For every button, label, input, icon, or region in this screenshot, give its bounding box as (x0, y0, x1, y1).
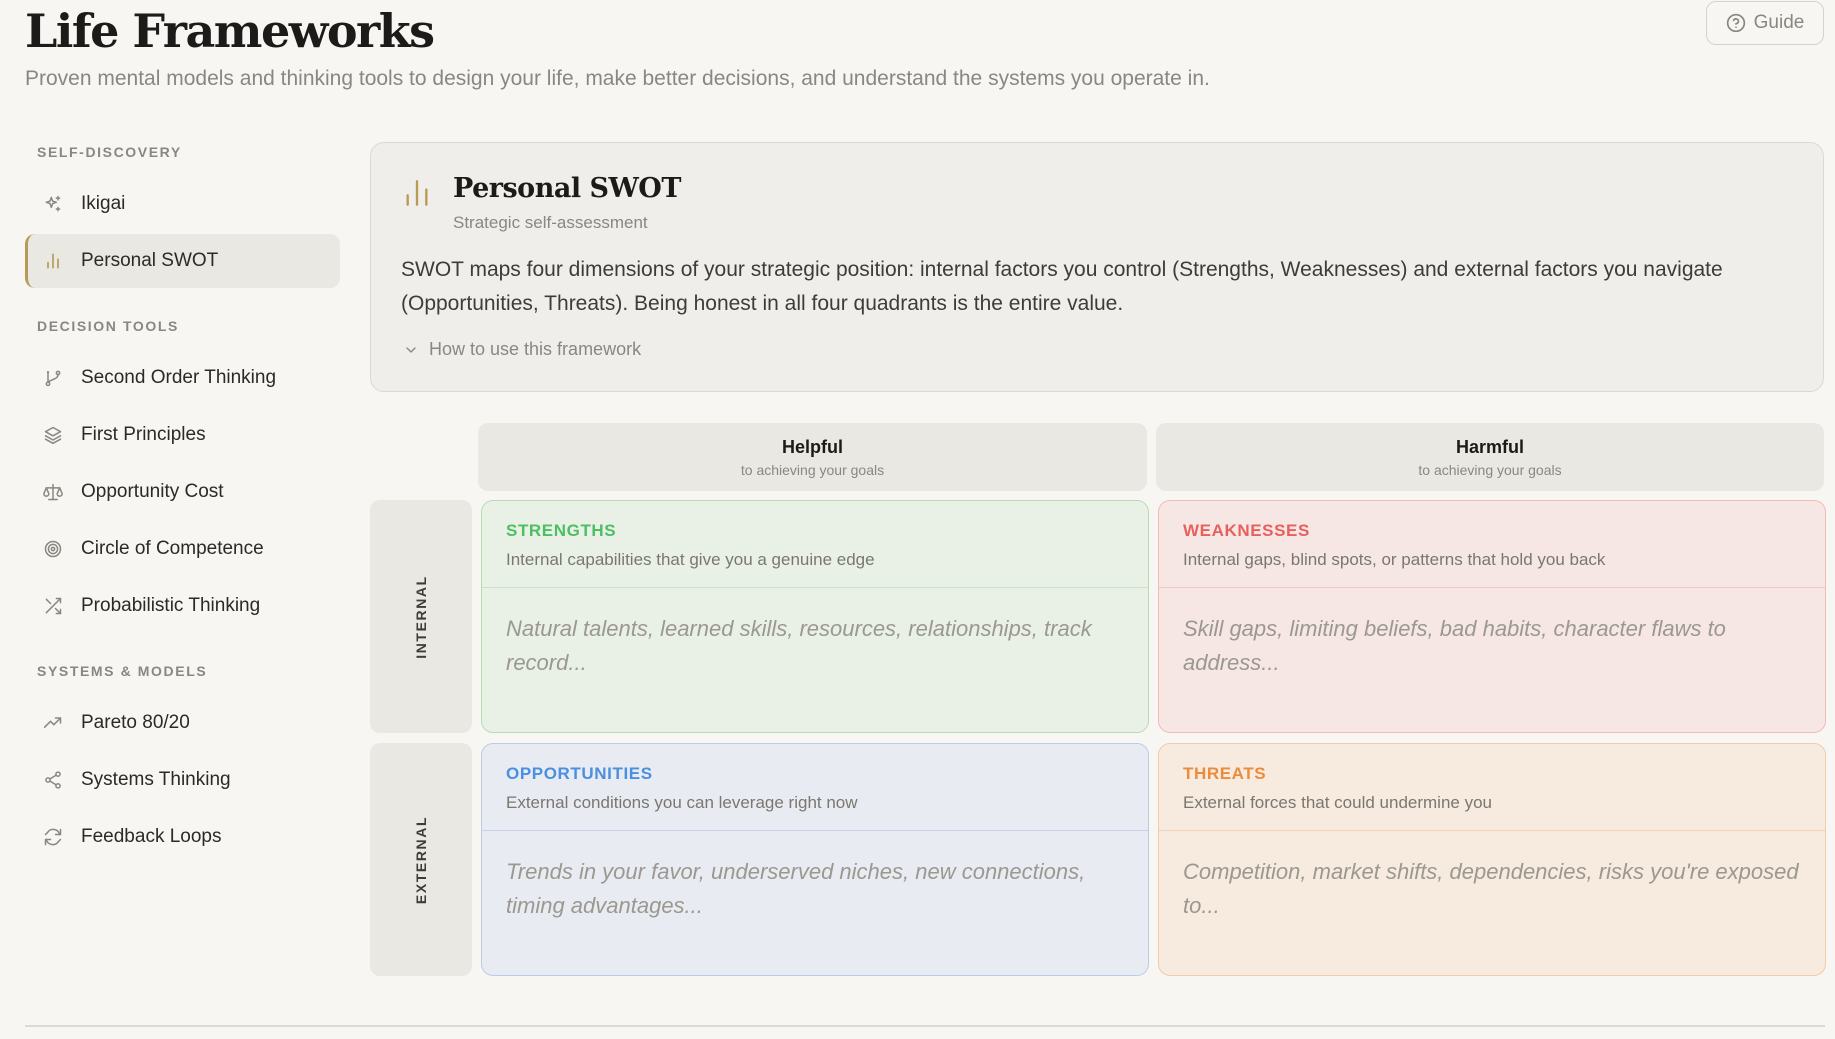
threats-quadrant[interactable]: THREATS External forces that could under… (1158, 743, 1826, 976)
bottom-divider (25, 1025, 1825, 1027)
quadrant-header: WEAKNESSES Internal gaps, blind spots, o… (1159, 501, 1825, 588)
strengths-quadrant[interactable]: STRENGTHS Internal capabilities that giv… (481, 500, 1149, 733)
sidebar-item-first-principles[interactable]: First Principles (25, 408, 340, 462)
framework-subtitle: Strategic self-assessment (453, 213, 648, 232)
sparkles-icon (45, 195, 61, 212)
sidebar-item-label: Second Order Thinking (81, 367, 277, 388)
quadrant-header: STRENGTHS Internal capabilities that giv… (482, 501, 1148, 588)
page-subtitle: Proven mental models and thinking tools … (25, 67, 1210, 90)
column-header-title: Harmful (1455, 436, 1524, 457)
target-icon (44, 540, 62, 558)
column-header-helpful: Helpful to achieving your goals (478, 423, 1147, 491)
scale-icon (43, 483, 63, 501)
column-header-harmful: Harmful to achieving your goals (1156, 423, 1824, 491)
sidebar-section-label: SYSTEMS & MODELS (37, 663, 208, 679)
sidebar: SELF-DISCOVERY Ikigai Personal SWOT DECI… (25, 140, 340, 867)
column-header-title: Helpful (782, 436, 843, 457)
threats-input[interactable]: Competition, market shifts, dependencies… (1159, 831, 1825, 923)
sidebar-item-systems-thinking[interactable]: Systems Thinking (25, 753, 340, 807)
sidebar-item-circle-of-competence[interactable]: Circle of Competence (25, 522, 340, 576)
sidebar-item-label: Systems Thinking (81, 769, 231, 790)
opportunities-input[interactable]: Trends in your favor, underserved niches… (482, 831, 1148, 923)
trending-up-icon (43, 717, 62, 728)
guide-button-label: Guide (1753, 12, 1805, 33)
page-title: Life Frameworks (25, 4, 435, 58)
row-label-text: INTERNAL (412, 574, 429, 659)
share-nodes-icon (45, 771, 61, 789)
framework-description: SWOT maps four dimensions of your strate… (401, 258, 1723, 315)
framework-title: Personal SWOT (453, 173, 681, 204)
weaknesses-quadrant[interactable]: WEAKNESSES Internal gaps, blind spots, o… (1158, 500, 1826, 733)
quadrant-title: STRENGTHS (506, 521, 617, 540)
sidebar-section-label: DECISION TOOLS (37, 318, 179, 334)
quadrant-description: Internal capabilities that give you a ge… (506, 550, 875, 569)
shuffle-icon (45, 597, 62, 615)
quadrant-title: THREATS (1183, 764, 1267, 783)
sidebar-item-probabilistic-thinking[interactable]: Probabilistic Thinking (25, 579, 340, 633)
sidebar-item-label: Circle of Competence (81, 538, 264, 559)
sidebar-item-second-order-thinking[interactable]: Second Order Thinking (25, 351, 340, 405)
row-label-external: EXTERNAL (370, 743, 472, 976)
quadrant-header: THREATS External forces that could under… (1159, 744, 1825, 831)
quadrant-title: OPPORTUNITIES (506, 764, 653, 783)
sidebar-item-label: Probabilistic Thinking (81, 595, 261, 616)
column-header-subtitle: to achieving your goals (740, 461, 885, 478)
quadrant-description: External conditions you can leverage rig… (506, 793, 858, 812)
bar-chart-icon (47, 253, 59, 269)
guide-button[interactable]: Guide (1706, 1, 1824, 45)
weaknesses-input[interactable]: Skill gaps, limiting beliefs, bad habits… (1159, 588, 1825, 680)
quadrant-header: OPPORTUNITIES External conditions you ca… (482, 744, 1148, 831)
framework-intro-card: Personal SWOT Strategic self-assessment … (370, 142, 1824, 392)
chevron-down-icon (406, 346, 416, 353)
sidebar-item-label: Feedback Loops (81, 826, 222, 847)
row-label-text: EXTERNAL (413, 815, 429, 904)
strengths-input[interactable]: Natural talents, learned skills, resourc… (482, 588, 1148, 680)
sidebar-item-opportunity-cost[interactable]: Opportunity Cost (25, 465, 340, 519)
sidebar-item-label: Pareto 80/20 (81, 712, 190, 733)
how-to-label: How to use this framework (429, 339, 642, 359)
layers-icon (44, 426, 62, 445)
sidebar-item-ikigai[interactable]: Ikigai (25, 177, 340, 231)
quadrant-description: External forces that could undermine you (1183, 793, 1493, 812)
sidebar-item-pareto[interactable]: Pareto 80/20 (25, 696, 340, 750)
sidebar-item-feedback-loops[interactable]: Feedback Loops (25, 810, 340, 864)
sidebar-section-label: SELF-DISCOVERY (37, 144, 182, 160)
how-to-toggle[interactable]: How to use this framework (403, 339, 641, 360)
column-header-subtitle: to achieving your goals (1418, 461, 1562, 478)
sidebar-item-label: Personal SWOT (81, 250, 219, 271)
sidebar-item-label: Ikigai (81, 193, 126, 214)
git-branch-icon (45, 370, 61, 387)
sidebar-item-label: First Principles (81, 424, 206, 445)
quadrant-description: Internal gaps, blind spots, or patterns … (1183, 550, 1606, 569)
bar-chart-icon (406, 180, 428, 206)
quadrant-title: WEAKNESSES (1183, 521, 1310, 540)
sidebar-item-label: Opportunity Cost (81, 481, 224, 502)
opportunities-quadrant[interactable]: OPPORTUNITIES External conditions you ca… (481, 743, 1149, 976)
sidebar-item-personal-swot[interactable]: Personal SWOT (25, 234, 340, 288)
help-circle-icon (1726, 13, 1745, 33)
refresh-icon (44, 828, 62, 846)
row-label-internal: INTERNAL (370, 500, 472, 733)
